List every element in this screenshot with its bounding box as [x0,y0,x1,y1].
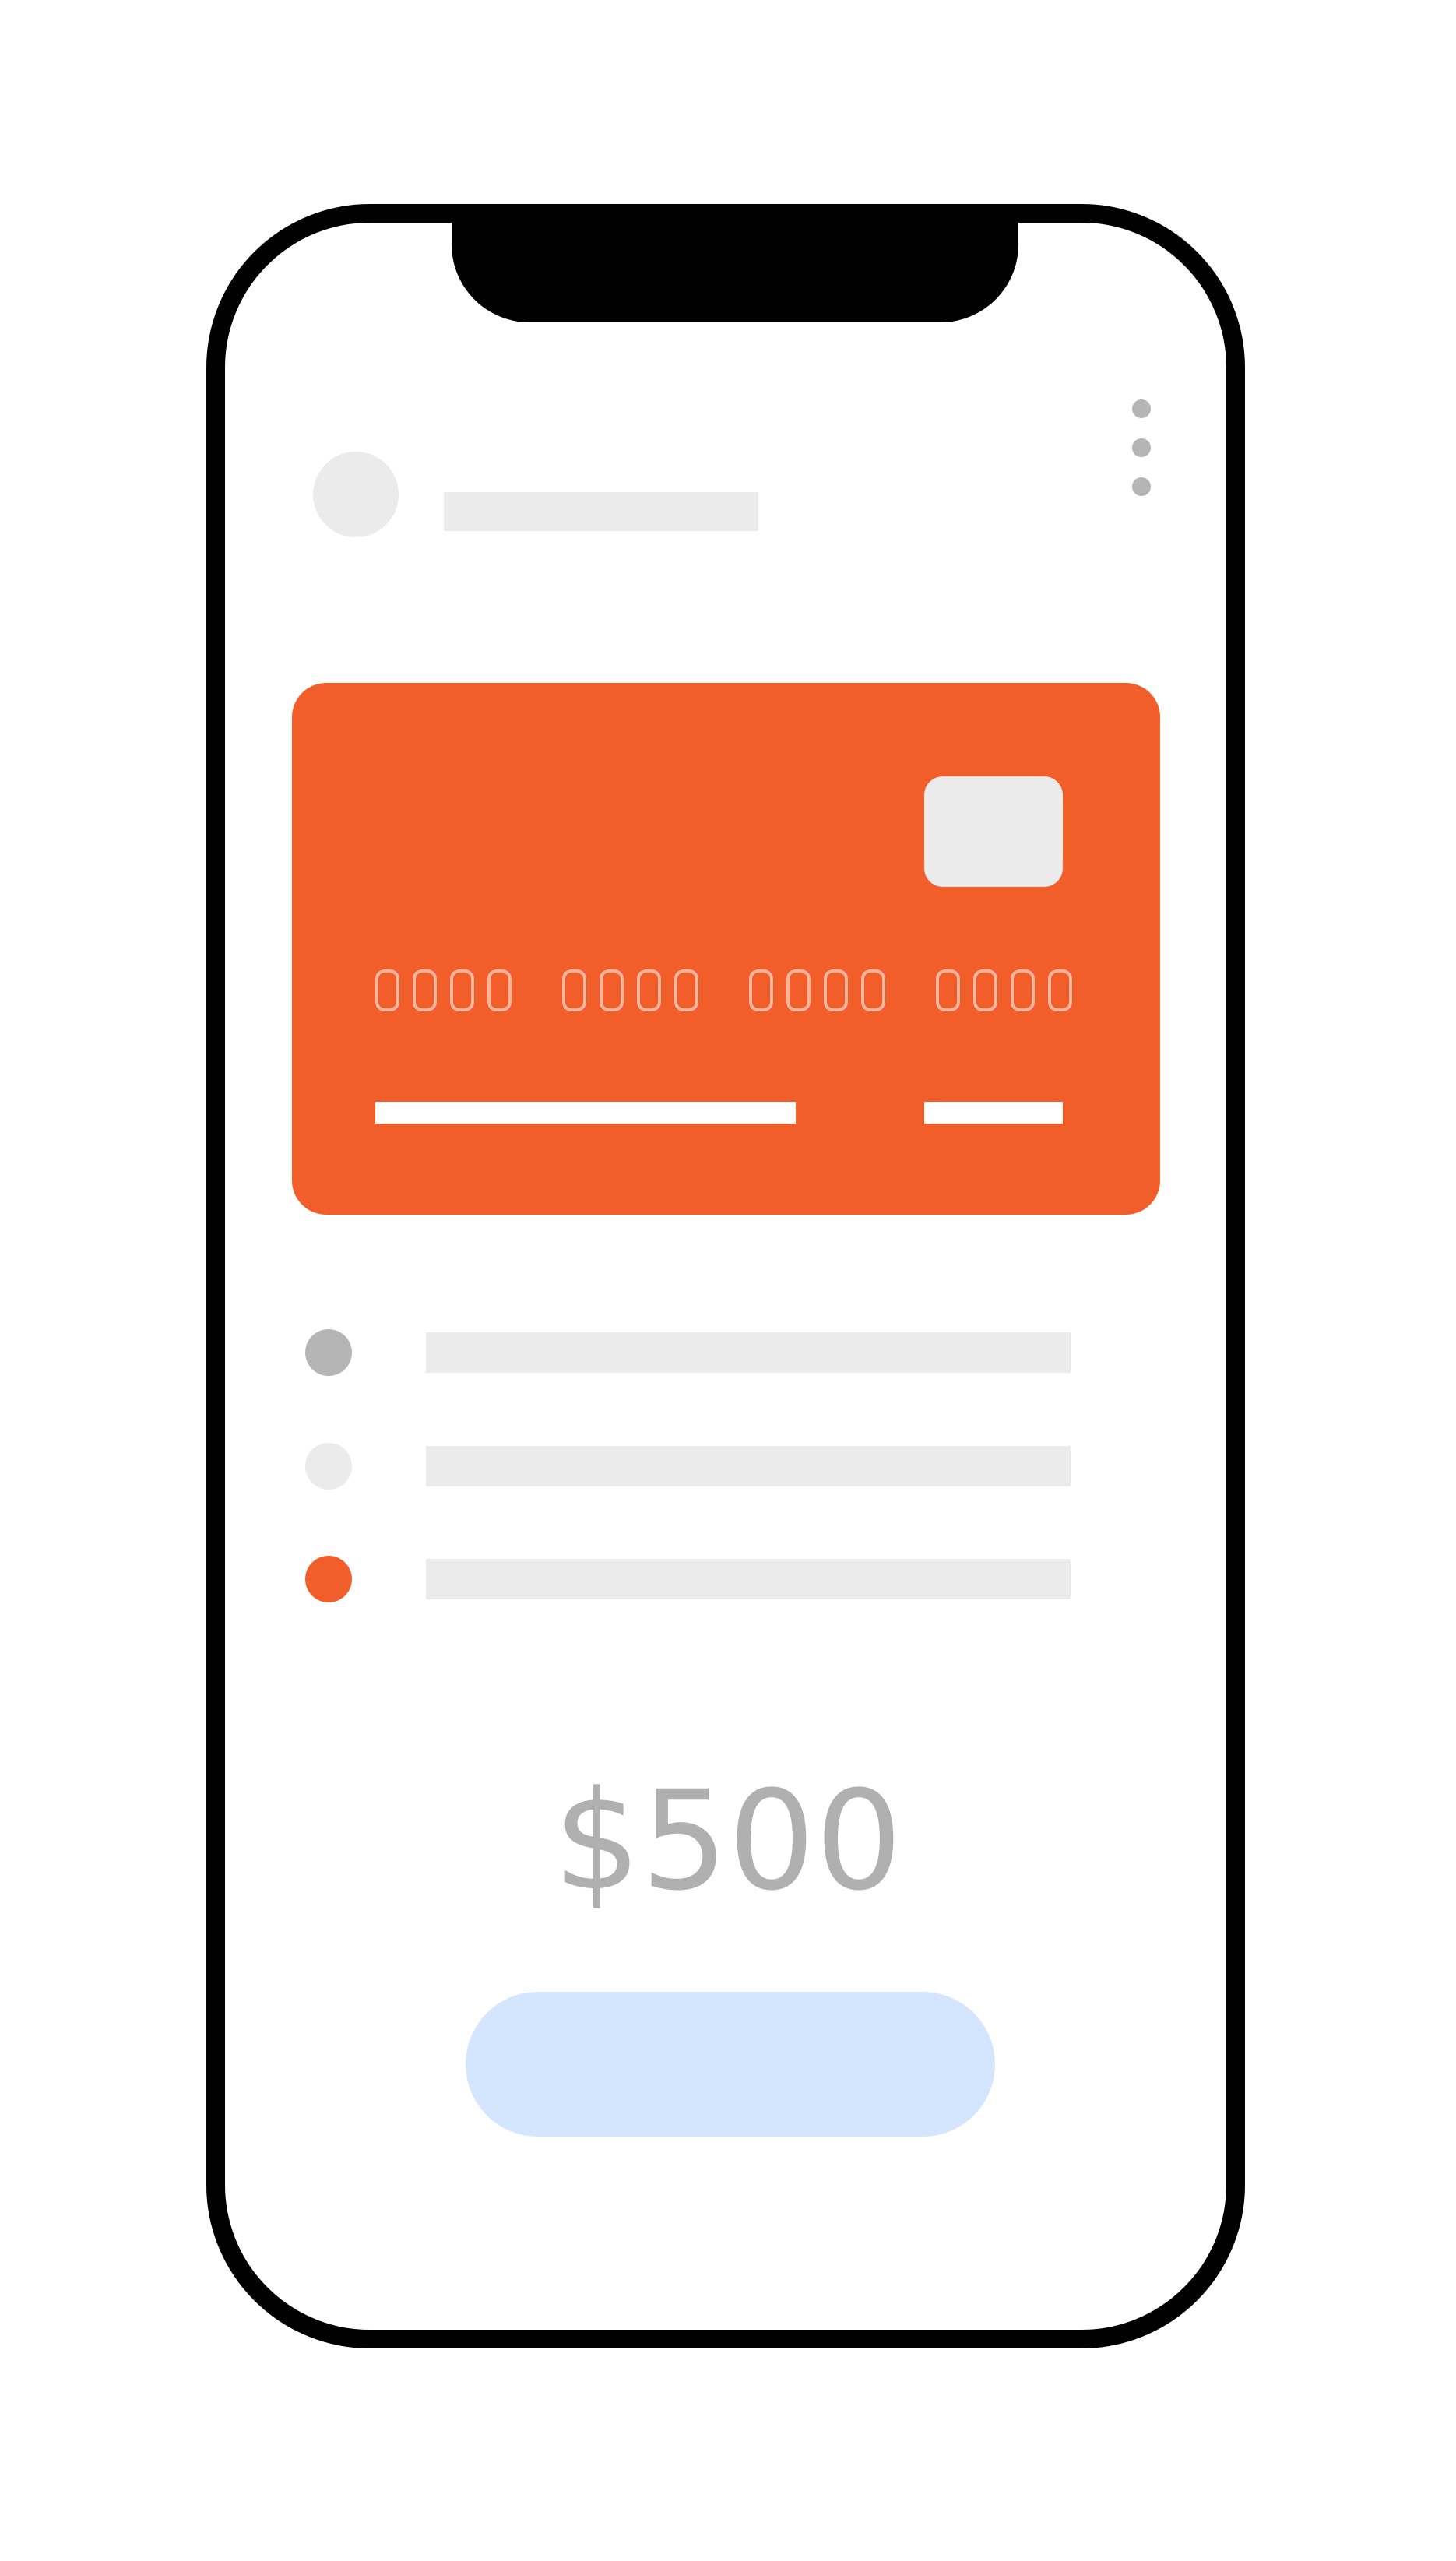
option-radio-3[interactable] [305,1556,352,1602]
card-digit-placeholder [487,969,512,1011]
card-digit-placeholder [1011,969,1035,1011]
card-digit-placeholder [936,969,960,1011]
card-chip-icon [924,776,1063,887]
card-digit-placeholder [674,969,698,1011]
card-digit-placeholder [562,969,586,1011]
card-digit-placeholder [450,969,474,1011]
card-digit-placeholder [413,969,437,1011]
menu-dot [1132,477,1151,496]
card-number-group-1 [375,969,519,1019]
option-radio-1[interactable] [305,1329,352,1376]
option-label-placeholder-1[interactable] [426,1332,1071,1373]
option-label-placeholder-3[interactable] [426,1559,1071,1599]
card-number-group-2 [562,969,705,1019]
menu-dot [1132,438,1151,457]
pay-button[interactable] [466,1992,995,2137]
card-number-group-4 [936,969,1079,1019]
card-digit-placeholder [1048,969,1072,1011]
card-expiry-line [924,1102,1063,1124]
card-digit-placeholder [600,969,624,1011]
cardholder-name-line [375,1102,796,1124]
card-digit-placeholder [375,969,399,1011]
card-digit-placeholder [973,969,997,1011]
phone-notch [452,204,1018,322]
kebab-menu-icon[interactable] [1121,393,1160,502]
payment-amount: $500 [554,1761,902,1921]
menu-dot [1132,399,1151,418]
card-digit-placeholder [861,969,885,1011]
username-placeholder [444,492,758,531]
card-digit-placeholder [786,969,811,1011]
option-radio-2[interactable] [305,1443,352,1490]
credit-card[interactable] [292,683,1160,1215]
card-number-group-3 [749,969,892,1019]
avatar[interactable] [313,452,399,537]
card-digit-placeholder [824,969,848,1011]
option-label-placeholder-2[interactable] [426,1446,1071,1486]
card-digit-placeholder [637,969,661,1011]
card-digit-placeholder [749,969,773,1011]
